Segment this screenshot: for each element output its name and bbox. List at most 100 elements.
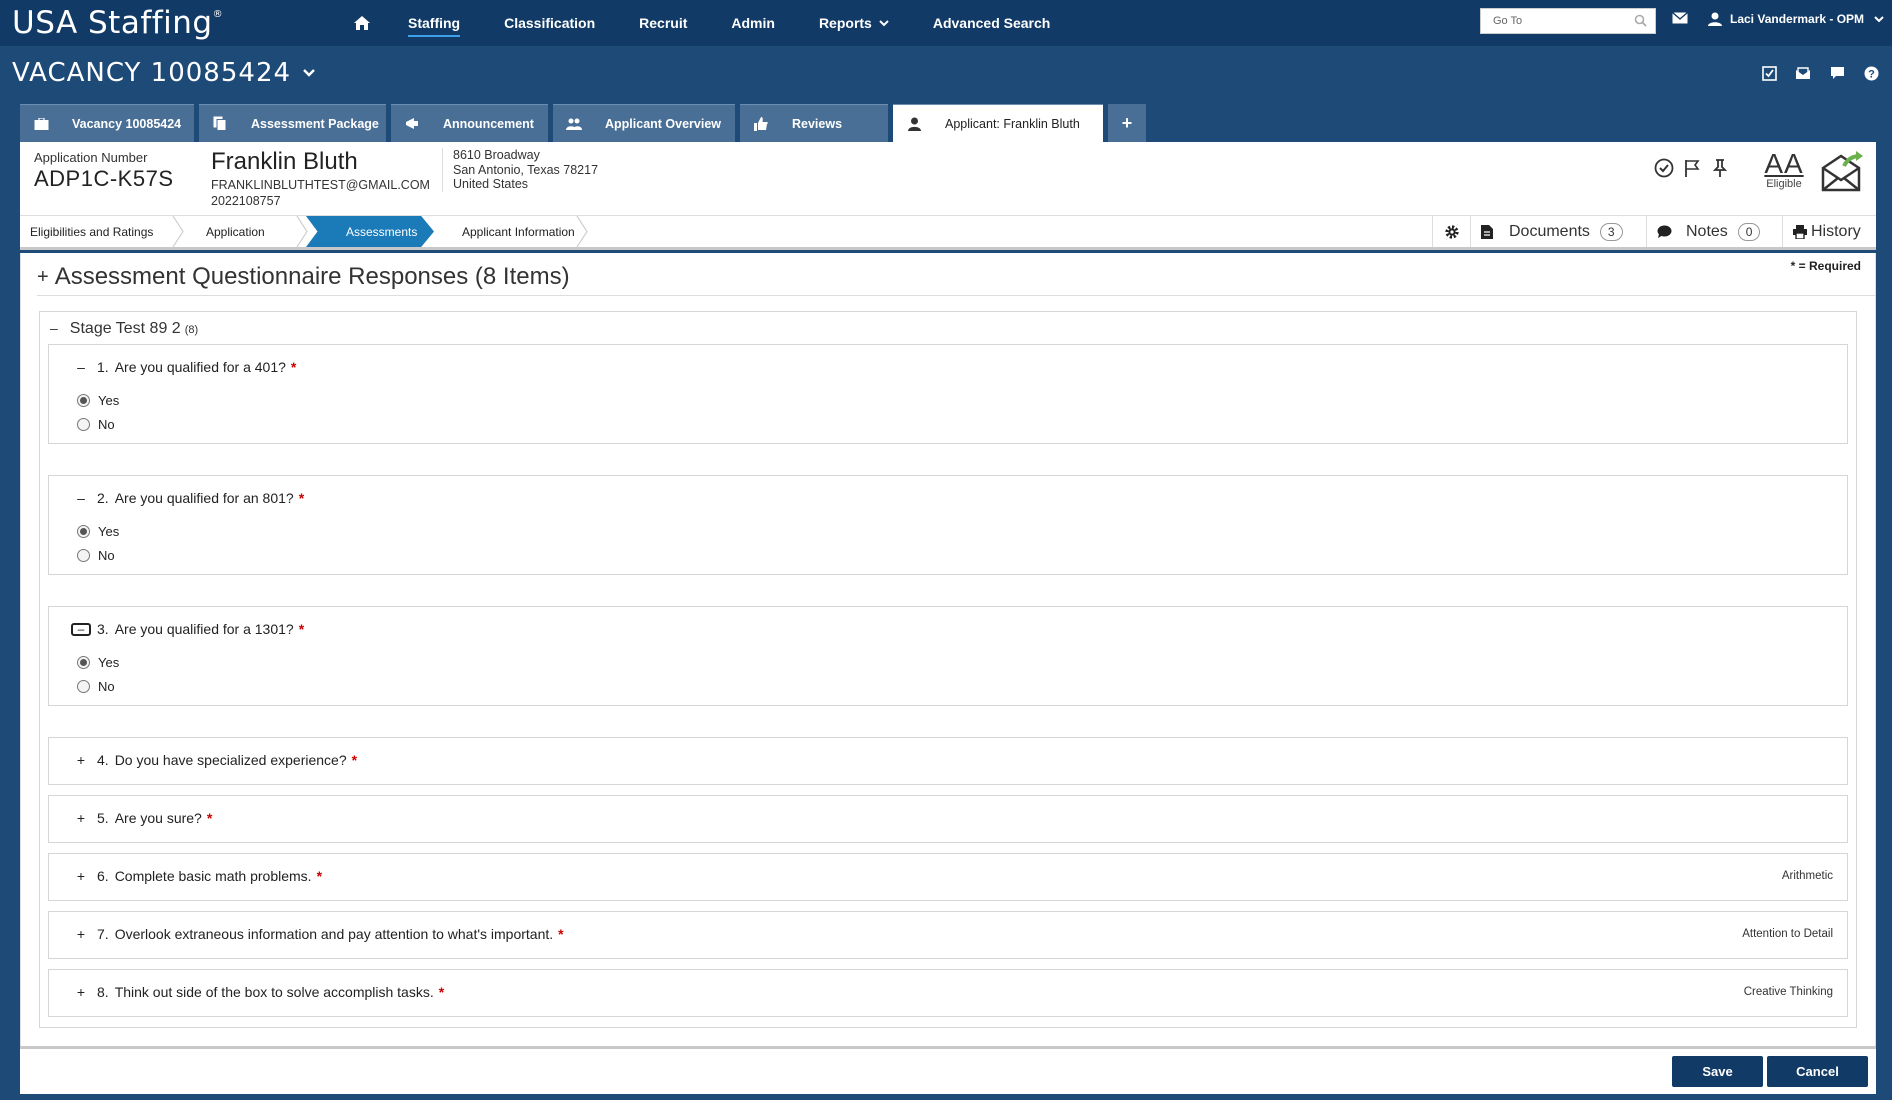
- question-header[interactable]: + 6. Complete basic math problems. *: [71, 868, 322, 884]
- question-header[interactable]: – 2. Are you qualified for an 801? *: [71, 490, 304, 506]
- option-label: No: [98, 548, 115, 563]
- main-nav: Staffing Classification Recruit Admin Re…: [408, 0, 1094, 46]
- send-message-icon[interactable]: [1820, 150, 1864, 194]
- answer-option[interactable]: No: [77, 548, 115, 563]
- tab-assessment-package[interactable]: Assessment Package: [199, 104, 386, 142]
- question-header[interactable]: – 3. Are you qualified for a 1301? *: [71, 621, 304, 637]
- goto-placeholder: Go To: [1493, 15, 1523, 27]
- question-number: 7.: [97, 926, 109, 942]
- add-tab-button[interactable]: +: [1108, 104, 1146, 142]
- required-star: *: [298, 621, 305, 637]
- documents-button[interactable]: Documents 3: [1470, 216, 1646, 247]
- tab-reviews[interactable]: Reviews: [740, 104, 888, 142]
- applicant-status-icons: [1654, 158, 1730, 178]
- collapse-toggle[interactable]: –: [71, 622, 91, 636]
- notes-label: Notes: [1686, 222, 1728, 240]
- nav-reports[interactable]: Reports: [819, 0, 889, 46]
- radio-button-selected[interactable]: [77, 656, 90, 669]
- question-header[interactable]: – 1. Are you qualified for a 401? *: [71, 359, 296, 375]
- nav-staffing[interactable]: Staffing: [408, 0, 461, 46]
- user-menu[interactable]: Laci Vandermark - OPM: [1708, 12, 1884, 26]
- eligibility-code: AA: [1764, 148, 1804, 179]
- eligibility-label: Eligible: [1766, 178, 1802, 190]
- tab-announcement[interactable]: Announcement: [391, 104, 548, 142]
- tab-vacancy[interactable]: Vacancy 10085424: [20, 104, 194, 142]
- nav-recruit[interactable]: Recruit: [639, 0, 687, 46]
- tab-applicant-overview[interactable]: Applicant Overview: [553, 104, 735, 142]
- nav-reports-label: Reports: [818, 15, 872, 31]
- flag-icon[interactable]: [1682, 158, 1702, 178]
- goto-input[interactable]: Go To: [1480, 8, 1656, 34]
- eligibility-status[interactable]: AA Eligible: [1754, 148, 1814, 190]
- answer-option[interactable]: No: [77, 679, 115, 694]
- radio-button[interactable]: [77, 680, 90, 693]
- history-button[interactable]: History: [1782, 216, 1876, 247]
- briefcase-icon: [32, 116, 50, 132]
- radio-button[interactable]: [77, 549, 90, 562]
- answer-option[interactable]: Yes: [77, 393, 119, 408]
- answer-option[interactable]: Yes: [77, 655, 119, 670]
- step-assessments[interactable]: Assessments: [306, 216, 434, 247]
- form-footer: Save Cancel: [20, 1046, 1876, 1094]
- radio-button-selected[interactable]: [77, 394, 90, 407]
- brand-text: USA Staffing: [12, 5, 213, 41]
- collapse-toggle[interactable]: –: [50, 320, 58, 336]
- stage-header[interactable]: – Stage Test 89 2 (8): [50, 320, 198, 338]
- option-label: Yes: [98, 655, 120, 670]
- nav-classification[interactable]: Classification: [504, 0, 595, 46]
- expand-toggle[interactable]: +: [71, 810, 91, 826]
- answer-option[interactable]: Yes: [77, 524, 119, 539]
- step-eligibilities-and-ratings[interactable]: Eligibilities and Ratings: [20, 216, 172, 247]
- radio-button[interactable]: [77, 418, 90, 431]
- notes-button[interactable]: Notes 0: [1646, 216, 1782, 247]
- tab-label: Announcement: [443, 116, 534, 131]
- nav-admin[interactable]: Admin: [731, 0, 775, 46]
- expand-toggle[interactable]: +: [71, 868, 91, 884]
- radio-button-selected[interactable]: [77, 525, 90, 538]
- divider: [37, 295, 1875, 296]
- help-icon[interactable]: ?: [1862, 64, 1880, 82]
- section-title: Assessment Questionnaire Responses (8 It…: [54, 263, 570, 290]
- comment-icon[interactable]: [1828, 64, 1846, 82]
- section-header[interactable]: + Assessment Questionnaire Responses (8 …: [37, 263, 570, 291]
- question-header[interactable]: + 4. Do you have specialized experience?…: [71, 752, 357, 768]
- tab-applicant-franklin-bluth[interactable]: Applicant: Franklin Bluth: [893, 104, 1103, 142]
- documents-icon: [211, 116, 229, 132]
- tab-label: Reviews: [792, 116, 843, 131]
- expand-toggle[interactable]: +: [37, 266, 49, 289]
- option-label: No: [98, 417, 115, 432]
- save-button[interactable]: Save: [1672, 1056, 1763, 1087]
- expand-toggle[interactable]: +: [71, 984, 91, 1000]
- mail-icon[interactable]: [1672, 12, 1688, 24]
- inbox-icon[interactable]: [1794, 64, 1812, 82]
- check-circle-icon[interactable]: [1654, 158, 1674, 178]
- answer-option[interactable]: No: [77, 417, 115, 432]
- settings-button[interactable]: [1432, 216, 1470, 247]
- applicant-name: Franklin Bluth: [211, 148, 358, 175]
- pin-icon[interactable]: [1710, 158, 1730, 178]
- question-text: Are you qualified for an 801?: [114, 490, 294, 506]
- collapse-toggle[interactable]: –: [71, 359, 91, 375]
- vacancy-tools: ?: [1760, 64, 1880, 82]
- question-text: Are you qualified for a 1301?: [114, 621, 294, 637]
- task-checkbox-icon[interactable]: [1760, 64, 1778, 82]
- applicant-tools: Documents 3 Notes 0 History: [1432, 216, 1876, 247]
- tab-label: Applicant Overview: [605, 116, 722, 131]
- app-logo[interactable]: USA Staffing®: [0, 5, 340, 41]
- users-icon: [565, 116, 583, 132]
- question-header[interactable]: + 5. Are you sure? *: [71, 810, 212, 826]
- nav-advanced-search[interactable]: Advanced Search: [933, 0, 1051, 46]
- home-icon[interactable]: [352, 13, 372, 33]
- required-star: *: [558, 926, 564, 942]
- question-header[interactable]: + 7. Overlook extraneous information and…: [71, 926, 564, 942]
- collapse-toggle[interactable]: –: [71, 490, 91, 506]
- question-card: + 8. Think out side of the box to solve …: [48, 969, 1848, 1017]
- question-header[interactable]: + 8. Think out side of the box to solve …: [71, 984, 444, 1000]
- cancel-button[interactable]: Cancel: [1767, 1056, 1868, 1087]
- required-star: *: [206, 810, 213, 826]
- competency-label: Creative Thinking: [1743, 986, 1833, 998]
- expand-toggle[interactable]: +: [71, 926, 91, 942]
- expand-toggle[interactable]: +: [71, 752, 91, 768]
- vacancy-title[interactable]: VACANCY 10085424: [12, 58, 315, 88]
- search-icon[interactable]: [1634, 14, 1647, 27]
